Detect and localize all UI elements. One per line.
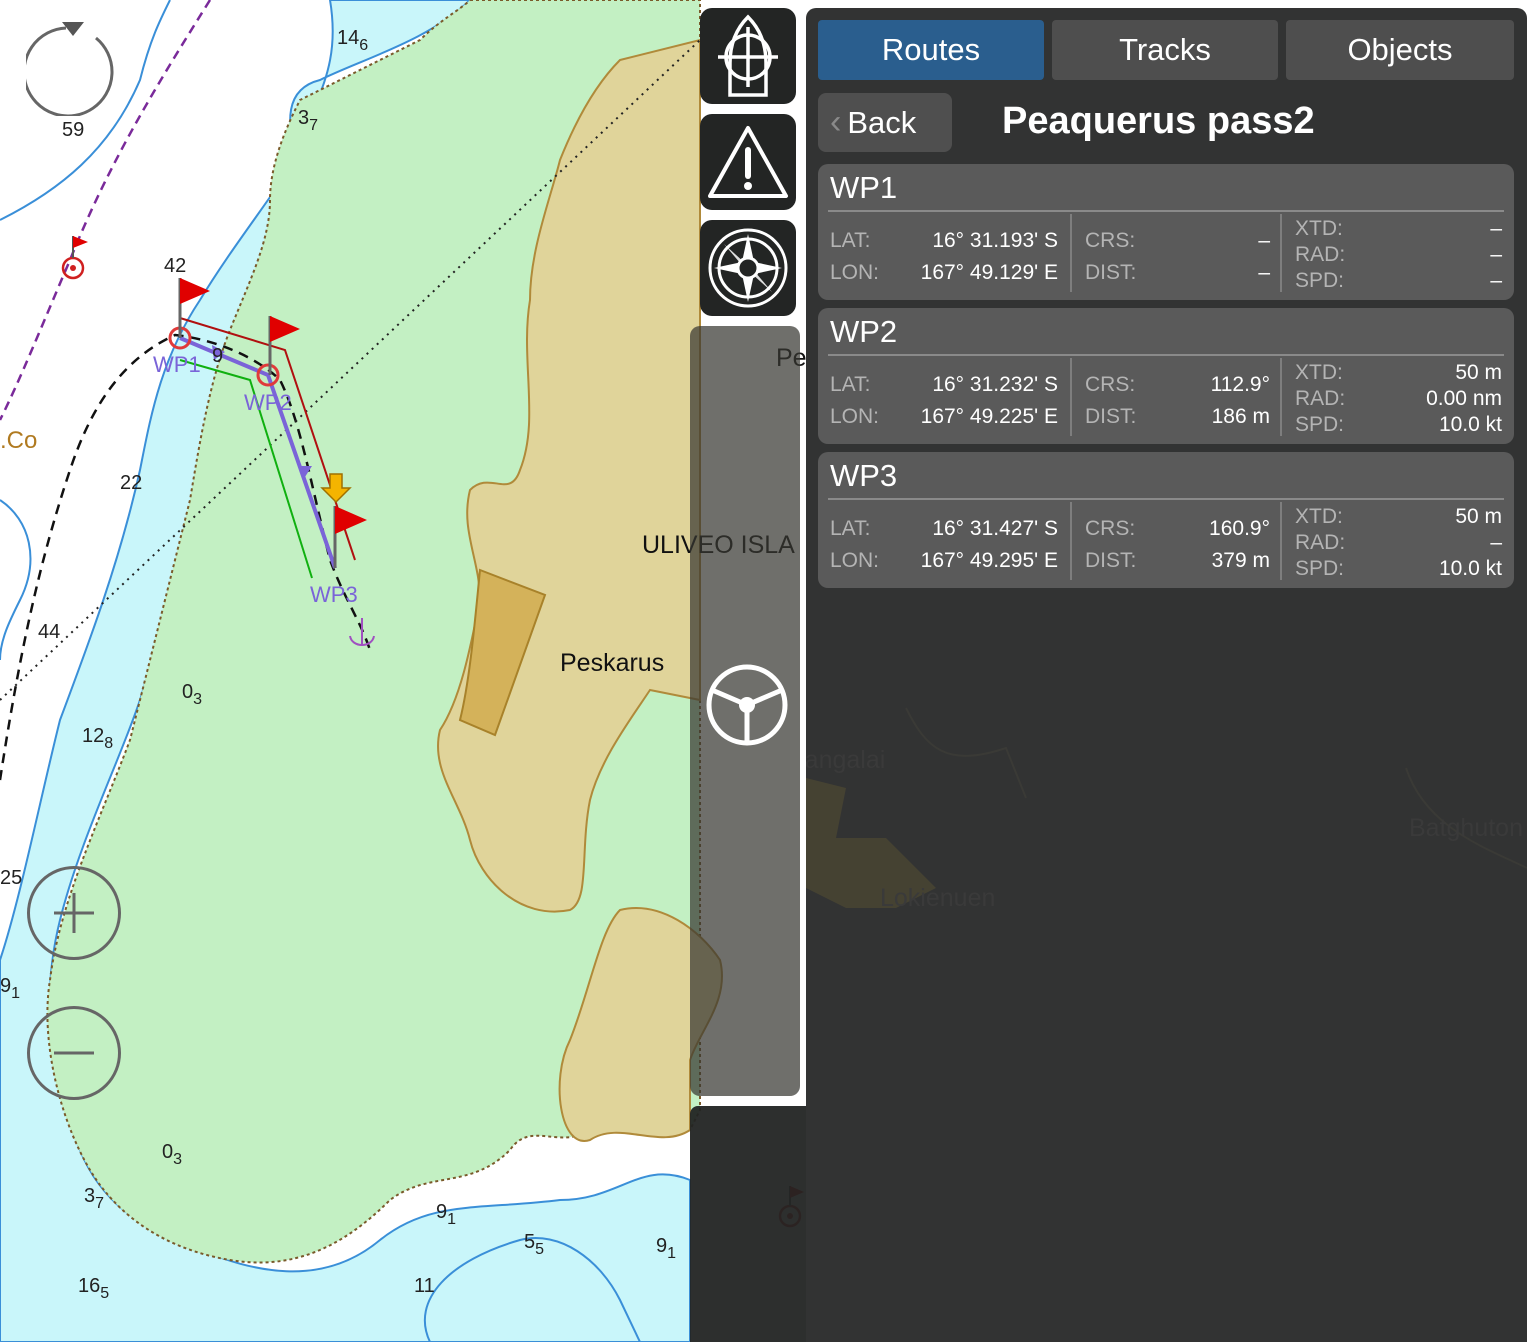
spd-value: – bbox=[1490, 269, 1502, 292]
rad-value: – bbox=[1490, 243, 1502, 266]
waypoint-card[interactable]: WP3 LAT: 16° 31.427' S LON: 167° 49.295'… bbox=[818, 452, 1514, 588]
route-title: Peaquerus pass2 bbox=[1002, 100, 1315, 142]
depth-contour bbox=[0, 499, 32, 661]
divider bbox=[1280, 502, 1282, 580]
lon-value: 167° 49.225' E bbox=[920, 405, 1058, 428]
xtd-value: – bbox=[1490, 217, 1502, 240]
lat-label: LAT: bbox=[830, 229, 871, 252]
dist-label: DIST: bbox=[1085, 261, 1137, 284]
divider bbox=[1070, 502, 1072, 580]
dist-label: DIST: bbox=[1085, 549, 1137, 572]
dist-value: – bbox=[1258, 261, 1270, 284]
waypoint-name: WP2 bbox=[830, 314, 898, 349]
waypoint-name: WP1 bbox=[830, 170, 898, 205]
rad-value: 0.00 nm bbox=[1426, 387, 1502, 410]
depth-sounding: 42 bbox=[164, 255, 186, 277]
lat-value: 16° 31.232' S bbox=[932, 373, 1058, 396]
lon-value: 167° 49.129' E bbox=[920, 261, 1058, 284]
compass-button[interactable] bbox=[700, 220, 796, 316]
xtd-label: XTD: bbox=[1295, 217, 1343, 240]
spd-label: SPD: bbox=[1295, 413, 1345, 436]
dist-value: 379 m bbox=[1211, 549, 1270, 572]
xtd-label: XTD: bbox=[1295, 361, 1343, 384]
buoy-marker bbox=[61, 236, 88, 280]
lon-label: LON: bbox=[830, 405, 880, 428]
crs-value: 160.9° bbox=[1209, 517, 1270, 540]
depth-sounding: 25 bbox=[0, 867, 22, 889]
rad-label: RAD: bbox=[1295, 387, 1346, 410]
back-button[interactable]: ‹ Back bbox=[818, 93, 952, 152]
tab-routes[interactable]: Routes bbox=[818, 20, 1044, 80]
zoom-out-icon bbox=[54, 1051, 94, 1055]
waypoint-card[interactable]: WP1 LAT: 16° 31.193' S LON: 167° 49.129'… bbox=[818, 164, 1514, 300]
divider bbox=[1280, 214, 1282, 292]
depth-sounding: 44 bbox=[38, 621, 60, 643]
crs-label: CRS: bbox=[1085, 229, 1136, 252]
dist-value: 186 m bbox=[1211, 405, 1270, 428]
zoom-out-button[interactable] bbox=[27, 1006, 121, 1100]
panel-overlay bbox=[690, 1106, 806, 1342]
spd-value: 10.0 kt bbox=[1438, 557, 1502, 580]
crs-value: – bbox=[1258, 229, 1270, 252]
compass-rose-icon bbox=[708, 228, 788, 308]
crs-label: CRS: bbox=[1085, 373, 1136, 396]
divider bbox=[1070, 214, 1072, 292]
lat-value: 16° 31.427' S bbox=[932, 517, 1058, 540]
waypoint-name: WP3 bbox=[830, 458, 898, 493]
place-name: Peskarus bbox=[560, 649, 664, 677]
xtd-label: XTD: bbox=[1295, 505, 1343, 528]
place-name: Batghuton bbox=[1409, 814, 1523, 842]
spd-label: SPD: bbox=[1295, 557, 1345, 580]
lon-value: 167° 49.295' E bbox=[920, 549, 1058, 572]
depth-sounding: 11 bbox=[414, 1275, 435, 1297]
alerts-button[interactable] bbox=[700, 114, 796, 210]
divider bbox=[828, 498, 1504, 500]
waypoint-card[interactable]: WP2 LAT: 16° 31.232' S LON: 167° 49.225'… bbox=[818, 308, 1514, 444]
zoom-in-button[interactable] bbox=[27, 866, 121, 960]
waypoint-label: WP1 bbox=[153, 352, 201, 377]
center-on-boat-button[interactable] bbox=[700, 8, 796, 104]
divider bbox=[1280, 358, 1282, 436]
warning-icon bbox=[708, 126, 788, 198]
dist-label: DIST: bbox=[1085, 405, 1137, 428]
xtd-value: 50 m bbox=[1455, 505, 1502, 528]
divider bbox=[1070, 358, 1072, 436]
routes-panel: Lokienuen Sangalai Batghuton 128 Routes … bbox=[806, 8, 1527, 1342]
depth-sounding: 9 bbox=[212, 345, 223, 367]
divider bbox=[828, 354, 1504, 356]
place-name: .Co bbox=[0, 427, 37, 454]
depth-sounding: 22 bbox=[120, 472, 142, 494]
autopilot-button[interactable] bbox=[702, 660, 792, 750]
lon-label: LON: bbox=[830, 549, 880, 572]
place-name: Lokienuen bbox=[880, 884, 995, 912]
ship-crosshair-icon bbox=[718, 14, 778, 97]
place-name: Sangalai bbox=[806, 746, 885, 774]
waypoint-label: WP2 bbox=[244, 390, 292, 415]
rad-value: – bbox=[1490, 531, 1502, 554]
chevron-left-icon: ‹ bbox=[830, 103, 842, 141]
spd-value: 10.0 kt bbox=[1438, 413, 1502, 436]
zoom-in-icon bbox=[54, 893, 94, 933]
waypoint-label: WP3 bbox=[310, 582, 358, 607]
tab-objects[interactable]: Objects bbox=[1286, 20, 1514, 80]
spd-label: SPD: bbox=[1295, 269, 1345, 292]
lat-label: LAT: bbox=[830, 373, 871, 396]
rotate-north-button[interactable] bbox=[26, 22, 120, 116]
divider bbox=[828, 210, 1504, 212]
lat-label: LAT: bbox=[830, 517, 871, 540]
tab-tracks[interactable]: Tracks bbox=[1052, 20, 1278, 80]
rotate-north-icon bbox=[26, 22, 114, 116]
depth-sounding: 59 bbox=[62, 119, 84, 141]
xtd-value: 50 m bbox=[1455, 361, 1502, 384]
crs-label: CRS: bbox=[1085, 517, 1136, 540]
rad-label: RAD: bbox=[1295, 531, 1346, 554]
rad-label: RAD: bbox=[1295, 243, 1346, 266]
back-label: Back bbox=[847, 104, 917, 140]
crs-value: 112.9° bbox=[1210, 373, 1270, 396]
lon-label: LON: bbox=[830, 261, 880, 284]
lat-value: 16° 31.193' S bbox=[932, 229, 1058, 252]
helm-wheel-icon bbox=[706, 664, 788, 746]
